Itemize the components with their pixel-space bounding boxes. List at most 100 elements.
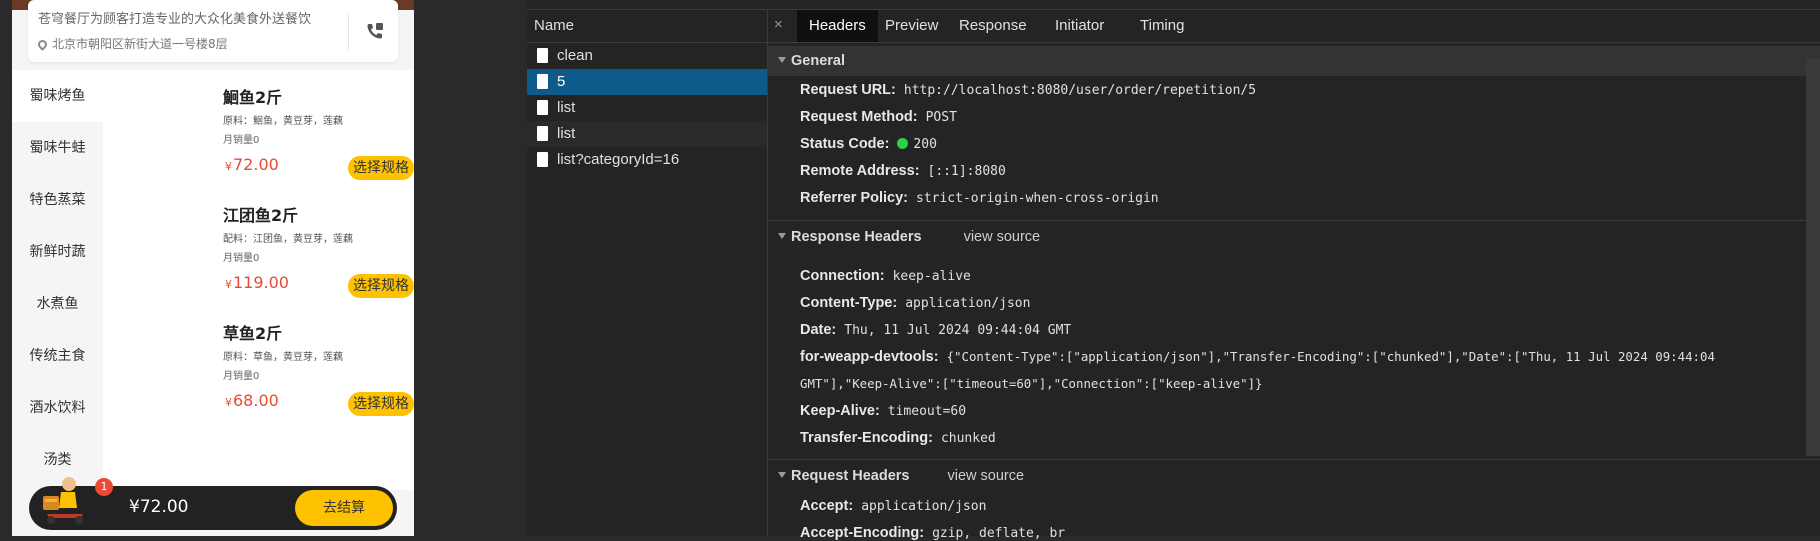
shop-address: 北京市朝阳区新街大道一号楼8层 [36,35,228,52]
dish-price: ¥72.00 [225,155,279,174]
dish-list: 鮰鱼2斤 原料：鮰鱼，黄豆芽，莲藕 月销量0 ¥72.00 选择规格 江团鱼2斤… [103,70,414,490]
category-item[interactable]: 水煮鱼 [12,278,103,330]
dish-monthly-sales: 月销量0 [223,135,260,146]
dish-price-value: 68.00 [233,391,279,410]
header-row: for-weapp-devtools: {"Content-Type":["app… [800,349,1715,365]
close-icon[interactable]: × [774,16,783,33]
view-source-link[interactable]: view source [964,229,1041,245]
cart-count-badge: 1 [95,478,113,496]
call-shop-button[interactable] [360,16,390,46]
header-key: Content-Type: [800,295,898,311]
divider [348,14,349,50]
document-icon [537,48,548,63]
tab-preview[interactable]: Preview [873,10,950,42]
dish-card[interactable]: 草鱼2斤 原料：草鱼，黄豆芽，莲藕 月销量0 ¥68.00 选择规格 [103,306,414,424]
request-name: clean [557,47,593,64]
cart-bar: 1 ¥72.00 去结算 [29,477,397,530]
shop-address-text: 北京市朝阳区新街大道一号楼8层 [52,37,228,51]
dish-name: 草鱼2斤 [223,324,283,343]
category-item[interactable]: 酒水饮料 [12,382,103,434]
request-row[interactable]: list?categoryId=16 [527,147,767,173]
header-key: Accept: [800,498,854,514]
request-headers-section-header[interactable]: Request Headers view source [768,461,1820,491]
dish-monthly-sales: 月销量0 [223,371,260,382]
category-item[interactable]: 蜀味牛蛙 [12,122,103,174]
request-name: list?categoryId=16 [557,151,680,168]
collapse-triangle-icon [778,233,786,239]
cart-total: ¥72.00 [129,497,189,517]
header-key: Request Method: [800,109,918,125]
general-section-header[interactable]: General [768,46,1820,76]
header-row: Request URL: http://localhost:8080/user/o… [800,82,1256,98]
header-row: Connection: keep-alive [800,268,971,284]
dish-ingredients: 原料：草鱼，黄豆芽，莲藕 [223,352,343,363]
section-title: General [791,53,845,69]
header-value: chunked [940,431,996,446]
shop-description: 苍穹餐厅为顾客打造专业的大众化美食外送餐饮 [38,12,312,27]
category-item[interactable]: 传统主食 [12,330,103,382]
location-pin-icon [36,38,49,51]
header-key: Request URL: [800,82,896,98]
header-value: {"Content-Type":["application/json"],"Tr… [946,349,1715,364]
request-row[interactable]: list [527,95,767,121]
header-key: Transfer-Encoding: [800,430,933,446]
choose-spec-button[interactable]: 选择规格 [348,274,414,298]
tab-initiator[interactable]: Initiator [1043,10,1116,42]
tab-headers[interactable]: Headers [797,10,878,42]
dish-card[interactable]: 鮰鱼2斤 原料：鮰鱼，黄豆芽，莲藕 月销量0 ¥72.00 选择规格 [103,70,414,188]
header-key: Keep-Alive: [800,403,880,419]
header-key: Connection: [800,268,885,284]
choose-spec-button[interactable]: 选择规格 [348,156,414,180]
category-item[interactable]: 蜀味烤鱼 [12,70,103,122]
collapse-triangle-icon [778,57,786,63]
header-row: Accept: application/json [800,498,986,514]
request-list-panel: Name clean 5 list list list?categoryId=1… [527,10,768,536]
document-icon [537,152,548,167]
header-row: Referrer Policy: strict-origin-when-cross… [800,190,1159,206]
tab-timing[interactable]: Timing [1128,10,1196,42]
header-value: keep-alive [892,269,971,284]
header-value: http://localhost:8080/user/order/repetit… [903,83,1257,98]
request-name: list [557,125,576,142]
network-devtools: Name clean 5 list list list?categoryId=1… [527,0,1820,541]
document-icon [537,74,548,89]
header-key: Accept-Encoding: [800,525,925,541]
category-item[interactable]: 新鲜时蔬 [12,226,103,278]
vertical-scrollbar[interactable] [1806,58,1820,456]
delivery-rider-icon [43,477,83,524]
header-value: strict-origin-when-cross-origin [916,191,1159,206]
choose-spec-button[interactable]: 选择规格 [348,392,414,416]
header-row: Status Code: 200 [800,136,937,152]
currency-symbol: ¥ [225,160,232,173]
section-divider [768,459,1820,460]
document-icon [537,100,548,115]
header-key: Status Code: [800,136,890,152]
dish-name: 鮰鱼2斤 [223,88,283,107]
header-key: Date: [800,322,837,338]
request-name: 5 [557,73,566,90]
tab-response[interactable]: Response [947,10,1039,42]
header-row: Accept-Encoding: gzip, deflate, br [800,525,1065,541]
dish-price: ¥68.00 [225,391,279,410]
dish-ingredients: 原料：鮰鱼，黄豆芽，莲藕 [223,116,343,127]
request-row[interactable]: list [527,121,767,147]
header-value: timeout=60 [887,404,967,419]
section-title: Response Headers [791,229,922,245]
view-source-link[interactable]: view source [947,468,1024,484]
dish-ingredients: 配料：江团鱼，黄豆芽，莲藕 [223,234,353,245]
request-row-selected[interactable]: 5 [527,69,767,95]
header-value: application/json [861,499,987,514]
header-value: POST [925,110,957,125]
dish-name: 江团鱼2斤 [223,206,299,225]
shop-info-card: 苍穹餐厅为顾客打造专业的大众化美食外送餐饮 北京市朝阳区新街大道一号楼8层 [28,0,398,62]
delivery-cart-icon[interactable] [39,474,91,526]
dish-card[interactable]: 江团鱼2斤 配料：江团鱼，黄豆芽，莲藕 月销量0 ¥119.00 选择规格 [103,188,414,306]
header-row: Keep-Alive: timeout=60 [800,403,966,419]
name-column-header[interactable]: Name [527,10,767,43]
header-value-continuation: GMT"],"Keep-Alive":["timeout=60"],"Conne… [800,376,1263,391]
response-headers-section-header[interactable]: Response Headers view source [768,222,1820,252]
checkout-button[interactable]: 去结算 [295,490,393,526]
header-value: 200 [913,137,937,152]
request-row[interactable]: clean [527,43,767,69]
category-item[interactable]: 特色蒸菜 [12,174,103,226]
